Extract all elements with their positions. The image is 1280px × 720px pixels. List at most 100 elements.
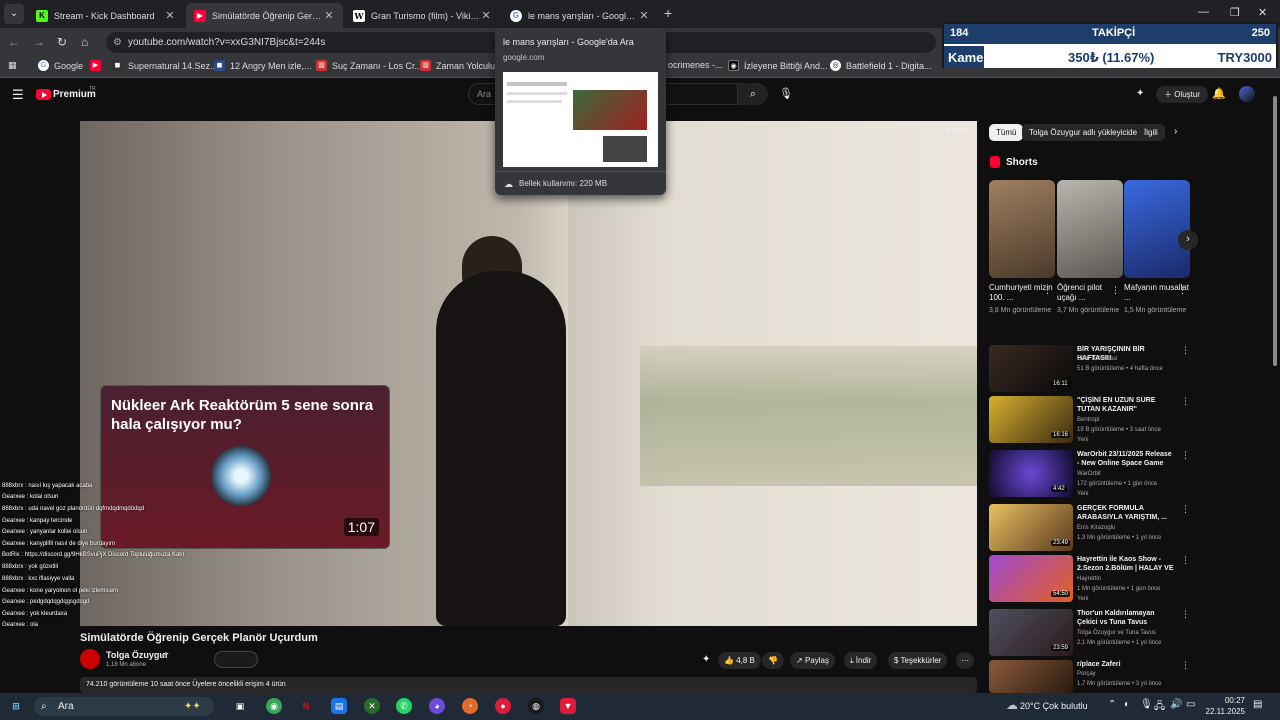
thanks-button[interactable]: $ Teşekkürler xyxy=(888,652,948,669)
media-player-icon[interactable]: ▤ xyxy=(331,698,347,714)
page-scrollbar[interactable] xyxy=(1272,88,1278,688)
obs-icon[interactable]: ◍ xyxy=(528,698,544,714)
gemini-icon[interactable]: ✦ xyxy=(1136,88,1144,99)
clock-date[interactable]: 22.11.2025 xyxy=(1198,707,1245,716)
search-icon[interactable]: ⌕ xyxy=(738,83,768,105)
bookmark-suc-zamani[interactable]: ▥ Suç Zamanı - Los Cr... xyxy=(316,60,422,71)
recommended-video[interactable]: 16:16 "ÇİŞİNİ EN UZUN SÜRE TUTAN KAZANIR… xyxy=(989,396,1190,444)
avatar[interactable] xyxy=(1239,86,1255,102)
close-icon[interactable]: ✕ xyxy=(480,9,492,22)
close-icon[interactable]: ✕ xyxy=(164,9,176,22)
recommended-video[interactable]: 54:50 Hayrettin ile Kaos Show - 2.Sezon … xyxy=(989,555,1190,603)
recorder-icon[interactable]: ● xyxy=(495,698,511,714)
network-icon[interactable]: 🖧 xyxy=(1154,699,1165,716)
microphone-icon[interactable]: 🎙 xyxy=(1140,699,1153,710)
tab-youtube[interactable]: ▶ Simülatörde Öğrenip Gerçek Pl ✕ xyxy=(186,3,343,28)
bookmark-youtube[interactable]: ▶ xyxy=(90,60,106,71)
channel-avatar[interactable] xyxy=(80,649,100,669)
like-count: 4,8 B xyxy=(736,656,755,665)
copilot-icon[interactable]: ◐ xyxy=(1124,699,1130,710)
bookmark-google[interactable]: G Google xyxy=(38,60,83,71)
close-icon[interactable]: ✕ xyxy=(638,9,650,22)
short-more-icon[interactable]: ⋮ xyxy=(1043,285,1052,296)
bookmark-zaman-yolculu[interactable]: ▥ Zaman Yolculu xyxy=(420,60,495,71)
dislike-button[interactable]: 👎 xyxy=(762,652,784,669)
gemini-ask-icon[interactable]: ✦ xyxy=(702,654,710,665)
more-icon[interactable]: ⋮ xyxy=(1181,660,1190,671)
youtube-logo-icon[interactable] xyxy=(36,89,51,100)
more-icon[interactable]: ⋮ xyxy=(1181,555,1190,566)
tab-wikipedia[interactable]: W Gran Turismo (film) - Vikipedi ✕ xyxy=(345,3,500,28)
new-tab-button[interactable]: + xyxy=(664,5,672,21)
tab-search-button[interactable]: ⌄ xyxy=(4,4,24,24)
battery-icon[interactable]: ▭ xyxy=(1186,699,1195,710)
minimize-icon[interactable]: — xyxy=(1198,6,1209,18)
short-more-icon[interactable]: ⋮ xyxy=(1178,285,1187,296)
tab-google[interactable]: G le mans yarışları - Google'da Ar ✕ xyxy=(502,3,658,28)
taskbar-search[interactable]: ⌕ Ara ✦✦ xyxy=(34,697,214,716)
apps-icon[interactable]: ▦ xyxy=(8,60,17,71)
recommended-video[interactable]: 4:42 WarOrbit 23/11/2025 Release - New O… xyxy=(989,450,1190,498)
share-button[interactable]: ↗ Paylaş xyxy=(790,652,835,669)
video-description-meta[interactable]: 74.210 görüntüleme 10 saat önce Üyelere … xyxy=(80,677,977,693)
more-icon[interactable]: ⋮ xyxy=(1181,396,1190,407)
chip-related[interactable]: İlgili xyxy=(1137,124,1165,141)
short-views: 3,8 Mn görüntüleme xyxy=(989,307,1052,314)
recommended-video[interactable]: 23:49 GERÇEK FORMULA ARABASIYLA YARIŞTIM… xyxy=(989,504,1190,552)
netflix-icon[interactable]: N xyxy=(298,698,314,714)
task-view-icon[interactable]: ▣ xyxy=(232,698,248,714)
close-icon[interactable]: ✕ xyxy=(323,9,335,22)
discord-icon[interactable]: ◕ xyxy=(429,698,445,714)
more-icon[interactable]: ⋮ xyxy=(1181,450,1190,461)
popcorn-icon: ▥ xyxy=(420,60,431,71)
windows-start-icon[interactable]: ⊞ xyxy=(8,698,24,714)
app-icon[interactable]: ◔ xyxy=(462,698,478,714)
video-player[interactable]: Nükleer Ark Reaktörüm 5 sene sonra hala … xyxy=(80,121,977,626)
end-card-video[interactable]: Nükleer Ark Reaktörüm 5 sene sonra hala … xyxy=(100,385,390,549)
back-icon[interactable]: ← xyxy=(8,35,20,49)
xbox-icon[interactable]: ✕ xyxy=(364,698,380,714)
chrome-icon[interactable]: ◉ xyxy=(266,698,282,714)
home-icon[interactable]: ⌂ xyxy=(81,35,88,49)
scrollbar-thumb[interactable] xyxy=(1273,96,1277,366)
like-button[interactable]: 👍 4,8 B xyxy=(718,652,761,669)
recommended-video[interactable]: 23:59 Thor'un Kaldırılamayan Çekici vs T… xyxy=(989,609,1190,657)
download-button[interactable]: ⤓ İndir xyxy=(844,652,878,669)
site-info-icon[interactable]: ⚙ xyxy=(113,32,122,53)
chip-uploader[interactable]: Tolga Özuygur adlı yükleyiciden xyxy=(1022,124,1149,141)
chips-next-icon[interactable]: › xyxy=(1174,126,1177,137)
more-icon[interactable]: ⋮ xyxy=(1181,609,1190,620)
media-app-icon[interactable]: ▼ xyxy=(560,698,576,714)
chip-all[interactable]: Tümü xyxy=(989,124,1024,141)
create-label: Oluştur xyxy=(1174,90,1201,99)
microphone-icon[interactable]: 🎙 xyxy=(779,87,793,100)
forward-icon[interactable]: → xyxy=(33,35,45,49)
more-icon[interactable]: ⋮ xyxy=(1181,504,1190,515)
channel-name[interactable]: Tolga Özuygur xyxy=(106,650,168,660)
notifications-icon[interactable]: 🔔 xyxy=(1212,87,1226,100)
bookmark-battlefield[interactable]: ◎ Battlefield 1 - Digita... xyxy=(830,60,932,71)
tray-chevron-icon[interactable]: ⌃ xyxy=(1108,699,1116,710)
join-button[interactable] xyxy=(214,651,258,668)
bookmark-izleyene[interactable]: ◉ İzleyene Bittiği And... xyxy=(728,60,828,71)
bookmark-supernatural[interactable]: ◼ Supernatural 14.Sez... xyxy=(112,60,218,71)
whatsapp-icon[interactable]: ✆ xyxy=(396,698,412,714)
notification-center-icon[interactable]: ▤ xyxy=(1253,699,1262,710)
window-close-icon[interactable]: ✕ xyxy=(1258,6,1267,19)
hide-chat-button[interactable]: ⊘ Gizle xyxy=(944,127,968,135)
more-actions-button[interactable]: ⋯ xyxy=(956,652,974,669)
menu-icon[interactable]: ☰ xyxy=(12,87,24,103)
create-button[interactable]: ＋ Oluştur xyxy=(1156,86,1209,103)
shorts-next-icon[interactable]: › xyxy=(1178,230,1198,250)
clock-time[interactable]: 00:27 xyxy=(1205,696,1245,705)
recommended-video[interactable]: 16:11 BİR YARIŞÇININ BİR HAFTASI!! Cem B… xyxy=(989,345,1190,393)
restore-icon[interactable]: ❐ xyxy=(1230,6,1240,19)
bookmark-12-angry-men[interactable]: ◼ 12 Angry Men izle,... xyxy=(214,60,312,71)
volume-icon[interactable]: 🔊 xyxy=(1170,699,1182,710)
reload-icon[interactable]: ↻ xyxy=(57,35,67,49)
bookmark-ocrimenes[interactable]: ocrimenes -... xyxy=(668,60,723,70)
weather-text[interactable]: 20°C Çok bulutlu xyxy=(1020,701,1088,711)
tab-kick[interactable]: K Stream - Kick Dashboard ✕ xyxy=(28,3,184,28)
more-icon[interactable]: ⋮ xyxy=(1181,345,1190,356)
short-more-icon[interactable]: ⋮ xyxy=(1111,285,1120,296)
